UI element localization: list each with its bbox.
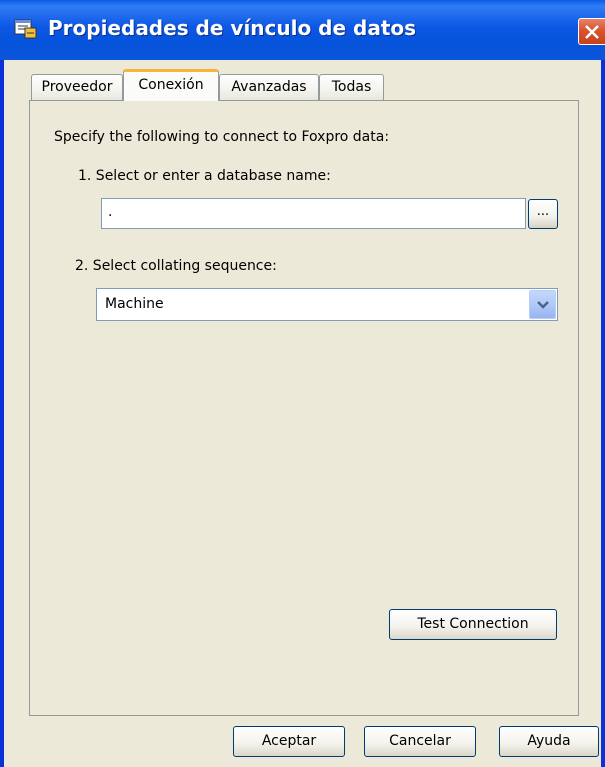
test-connection-label: Test Connection	[417, 616, 529, 632]
database-name-value: .	[108, 204, 113, 220]
tab-proveedor[interactable]: Proveedor	[31, 74, 123, 101]
tab-avanzadas[interactable]: Avanzadas	[219, 74, 319, 101]
dialog-window: Propiedades de vínculo de datos Proveedo…	[0, 0, 605, 767]
tab-label: Avanzadas	[231, 79, 307, 95]
tab-label: Todas	[331, 79, 372, 95]
tab-label: Proveedor	[41, 79, 113, 95]
ok-button[interactable]: Aceptar	[233, 726, 345, 757]
collating-sequence-select[interactable]: Machine	[96, 288, 558, 321]
tab-todas[interactable]: Todas	[319, 74, 384, 101]
close-button[interactable]	[578, 18, 605, 45]
database-name-label: 1. Select or enter a database name:	[78, 168, 331, 184]
intro-text: Specify the following to connect to Foxp…	[54, 129, 390, 145]
browse-button-label: ...	[536, 204, 550, 219]
cancel-button[interactable]: Cancelar	[364, 726, 476, 757]
collating-sequence-value: Machine	[105, 296, 164, 312]
chevron-down-icon	[537, 301, 549, 309]
database-name-input[interactable]: .	[101, 198, 526, 229]
ok-button-label: Aceptar	[261, 733, 317, 749]
help-button-label: Ayuda	[527, 733, 571, 749]
dropdown-button[interactable]	[529, 290, 556, 319]
window-frame-right	[601, 60, 605, 767]
collating-sequence-label: 2. Select collating sequence:	[75, 258, 277, 274]
window-frame-left	[0, 60, 4, 767]
title-bar[interactable]: Propiedades de vínculo de datos	[0, 0, 605, 60]
close-icon	[585, 25, 599, 39]
cancel-button-label: Cancelar	[389, 733, 451, 749]
browse-button[interactable]: ...	[528, 199, 558, 229]
window-title: Propiedades de vínculo de datos	[48, 16, 417, 40]
data-link-icon	[14, 18, 38, 40]
help-button[interactable]: Ayuda	[499, 726, 599, 757]
test-connection-button[interactable]: Test Connection	[389, 609, 557, 640]
tab-label: Conexión	[138, 77, 204, 93]
tab-conexion[interactable]: Conexión	[123, 69, 219, 101]
